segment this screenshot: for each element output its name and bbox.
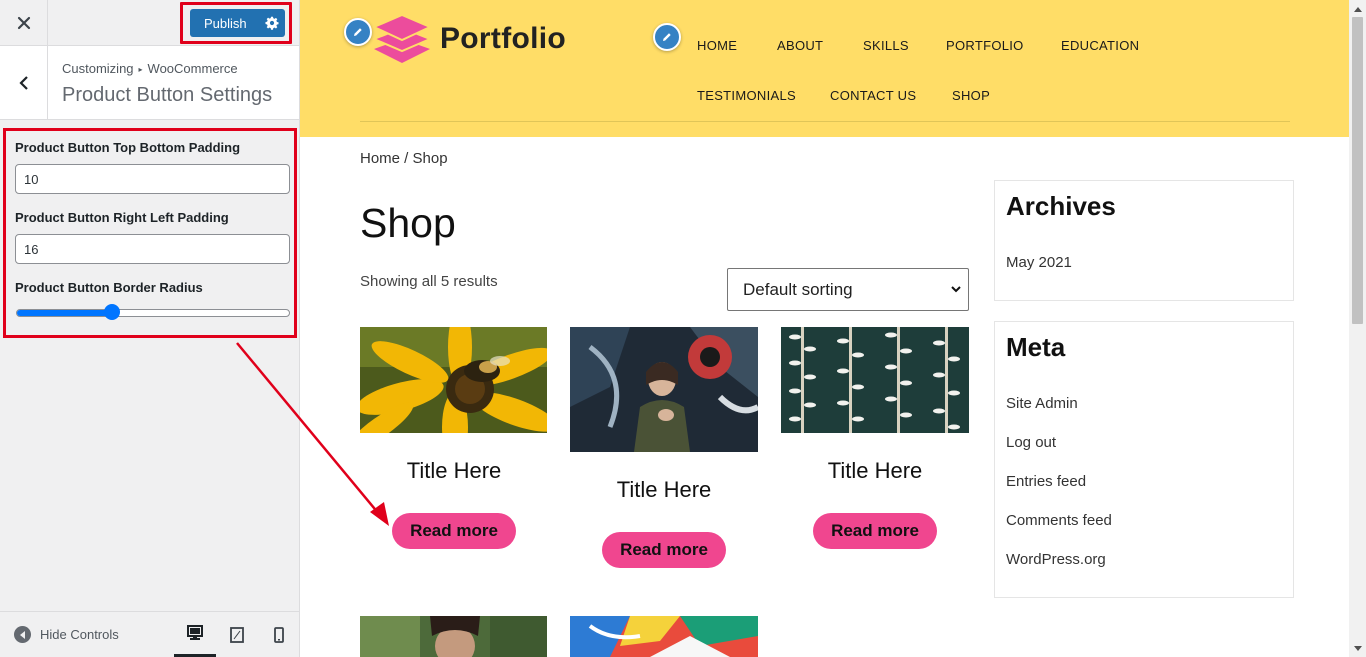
- publish-highlight-box: Publish: [180, 2, 292, 44]
- scrollbar-thumb[interactable]: [1352, 17, 1363, 324]
- page-title: Shop: [360, 200, 456, 246]
- site-logo-text[interactable]: Portfolio: [440, 22, 566, 56]
- portrait-photo: [360, 616, 547, 657]
- header-divider: [360, 121, 1290, 122]
- top-bottom-padding-input[interactable]: [15, 164, 290, 194]
- border-radius-label: Product Button Border Radius: [15, 280, 203, 295]
- sort-selected-value: Default sorting: [743, 279, 853, 299]
- archives-widget: Archives May 2021: [994, 180, 1294, 301]
- site-preview: Portfolio HOME ABOUT SKILLS PORTFOLIO ED…: [300, 0, 1349, 657]
- meta-title: Meta: [1006, 332, 1066, 362]
- nav-item-skills[interactable]: SKILLS: [863, 38, 909, 53]
- archives-title: Archives: [1006, 191, 1116, 221]
- meta-link-log-out[interactable]: Log out: [1006, 434, 1056, 451]
- graffiti-portrait-photo: [570, 327, 758, 452]
- publish-label: Publish: [204, 15, 247, 31]
- read-more-button-2[interactable]: Read more: [602, 532, 726, 568]
- nav-item-portfolio[interactable]: PORTFOLIO: [946, 38, 1024, 53]
- tablet-icon: [230, 627, 244, 643]
- section-title: Product Button Settings: [62, 84, 273, 106]
- close-customizer-button[interactable]: [0, 0, 48, 46]
- hide-controls-label: Hide Controls: [40, 627, 119, 642]
- shop-breadcrumb[interactable]: Home / Shop: [360, 150, 448, 167]
- customizer-sidebar: Publish Customizing ▸ WooCommerce Product …: [0, 0, 300, 657]
- product-title-3[interactable]: Title Here: [781, 458, 969, 484]
- archive-link[interactable]: May 2021: [1006, 254, 1072, 271]
- preview-scrollbar[interactable]: [1349, 0, 1366, 657]
- read-more-button-3[interactable]: Read more: [813, 513, 937, 549]
- back-button[interactable]: [0, 46, 48, 119]
- button-settings-controls: Product Button Top Bottom Padding Produc…: [3, 128, 297, 338]
- publish-button[interactable]: Publish: [190, 9, 285, 37]
- preview-desktop-button[interactable]: [174, 612, 216, 657]
- logo-layers-icon[interactable]: [371, 13, 433, 70]
- edit-logo-shortcut[interactable]: [344, 18, 372, 46]
- gear-icon: [264, 16, 279, 30]
- meta-widget: Meta Site Admin Log out Entries feed Com…: [994, 321, 1294, 598]
- product-image-2[interactable]: [570, 327, 758, 452]
- meta-link-entries-feed[interactable]: Entries feed: [1006, 473, 1086, 490]
- top-bottom-padding-label: Product Button Top Bottom Padding: [15, 140, 241, 155]
- meta-link-comments-feed[interactable]: Comments feed: [1006, 512, 1112, 529]
- pencil-icon: [663, 33, 671, 41]
- customizer-footer: Hide Controls: [0, 611, 299, 657]
- preview-mobile-button[interactable]: [258, 612, 300, 657]
- pencil-icon: [354, 28, 362, 36]
- nav-item-shop[interactable]: SHOP: [952, 88, 990, 103]
- close-icon: [17, 16, 30, 30]
- border-radius-slider-handle[interactable]: [104, 304, 120, 320]
- product-image-3[interactable]: [781, 327, 969, 433]
- scroll-up-icon[interactable]: [1349, 0, 1366, 17]
- meta-link-wordpress-org[interactable]: WordPress.org: [1006, 551, 1106, 568]
- meta-link-site-admin[interactable]: Site Admin: [1006, 395, 1078, 412]
- product-image-1[interactable]: [360, 327, 547, 433]
- nav-item-home[interactable]: HOME: [697, 38, 737, 53]
- preview-tablet-button[interactable]: [216, 612, 258, 657]
- nav-item-about[interactable]: ABOUT: [777, 38, 823, 53]
- colorful-paint-photo: [570, 616, 758, 657]
- section-heading: Customizing ▸ WooCommerce Product Button S…: [0, 46, 299, 120]
- read-more-button-1[interactable]: Read more: [392, 513, 516, 549]
- chevron-left-icon: [18, 75, 28, 90]
- publish-settings-button[interactable]: [258, 9, 285, 37]
- marina-aerial-photo: [781, 327, 969, 433]
- product-title-1[interactable]: Title Here: [360, 458, 548, 484]
- sort-select[interactable]: Default sorting: [727, 268, 969, 311]
- nav-item-education[interactable]: EDUCATION: [1061, 38, 1139, 53]
- breadcrumb-parent: WooCommerce: [147, 61, 238, 76]
- site-header: Portfolio HOME ABOUT SKILLS PORTFOLIO ED…: [300, 0, 1349, 137]
- product-image-4[interactable]: [360, 616, 547, 657]
- breadcrumb-root: Customizing: [62, 61, 134, 76]
- product-title-2[interactable]: Title Here: [570, 477, 758, 503]
- edit-menu-shortcut[interactable]: [653, 23, 681, 51]
- product-image-5[interactable]: [570, 616, 758, 657]
- nav-item-contact[interactable]: CONTACT US: [830, 88, 916, 103]
- right-left-padding-label: Product Button Right Left Padding: [15, 210, 229, 225]
- nav-item-testimonials[interactable]: TESTIMONIALS: [697, 88, 796, 103]
- customizer-breadcrumb: Customizing ▸ WooCommerce: [62, 61, 238, 76]
- hide-controls-button[interactable]: Hide Controls: [14, 626, 119, 643]
- result-count: Showing all 5 results: [360, 273, 498, 290]
- desktop-icon: [187, 625, 203, 640]
- chevron-down-icon: [951, 286, 961, 293]
- mobile-icon: [274, 627, 284, 643]
- collapse-arrow-icon: [14, 626, 31, 643]
- flower-bee-photo: [360, 327, 547, 433]
- border-radius-slider-track[interactable]: [16, 309, 290, 317]
- customizer-header: Publish: [0, 0, 299, 46]
- breadcrumb-separator-icon: ▸: [138, 65, 143, 74]
- scroll-down-icon[interactable]: [1349, 640, 1366, 657]
- border-radius-slider-fill: [17, 310, 112, 316]
- right-left-padding-input[interactable]: [15, 234, 290, 264]
